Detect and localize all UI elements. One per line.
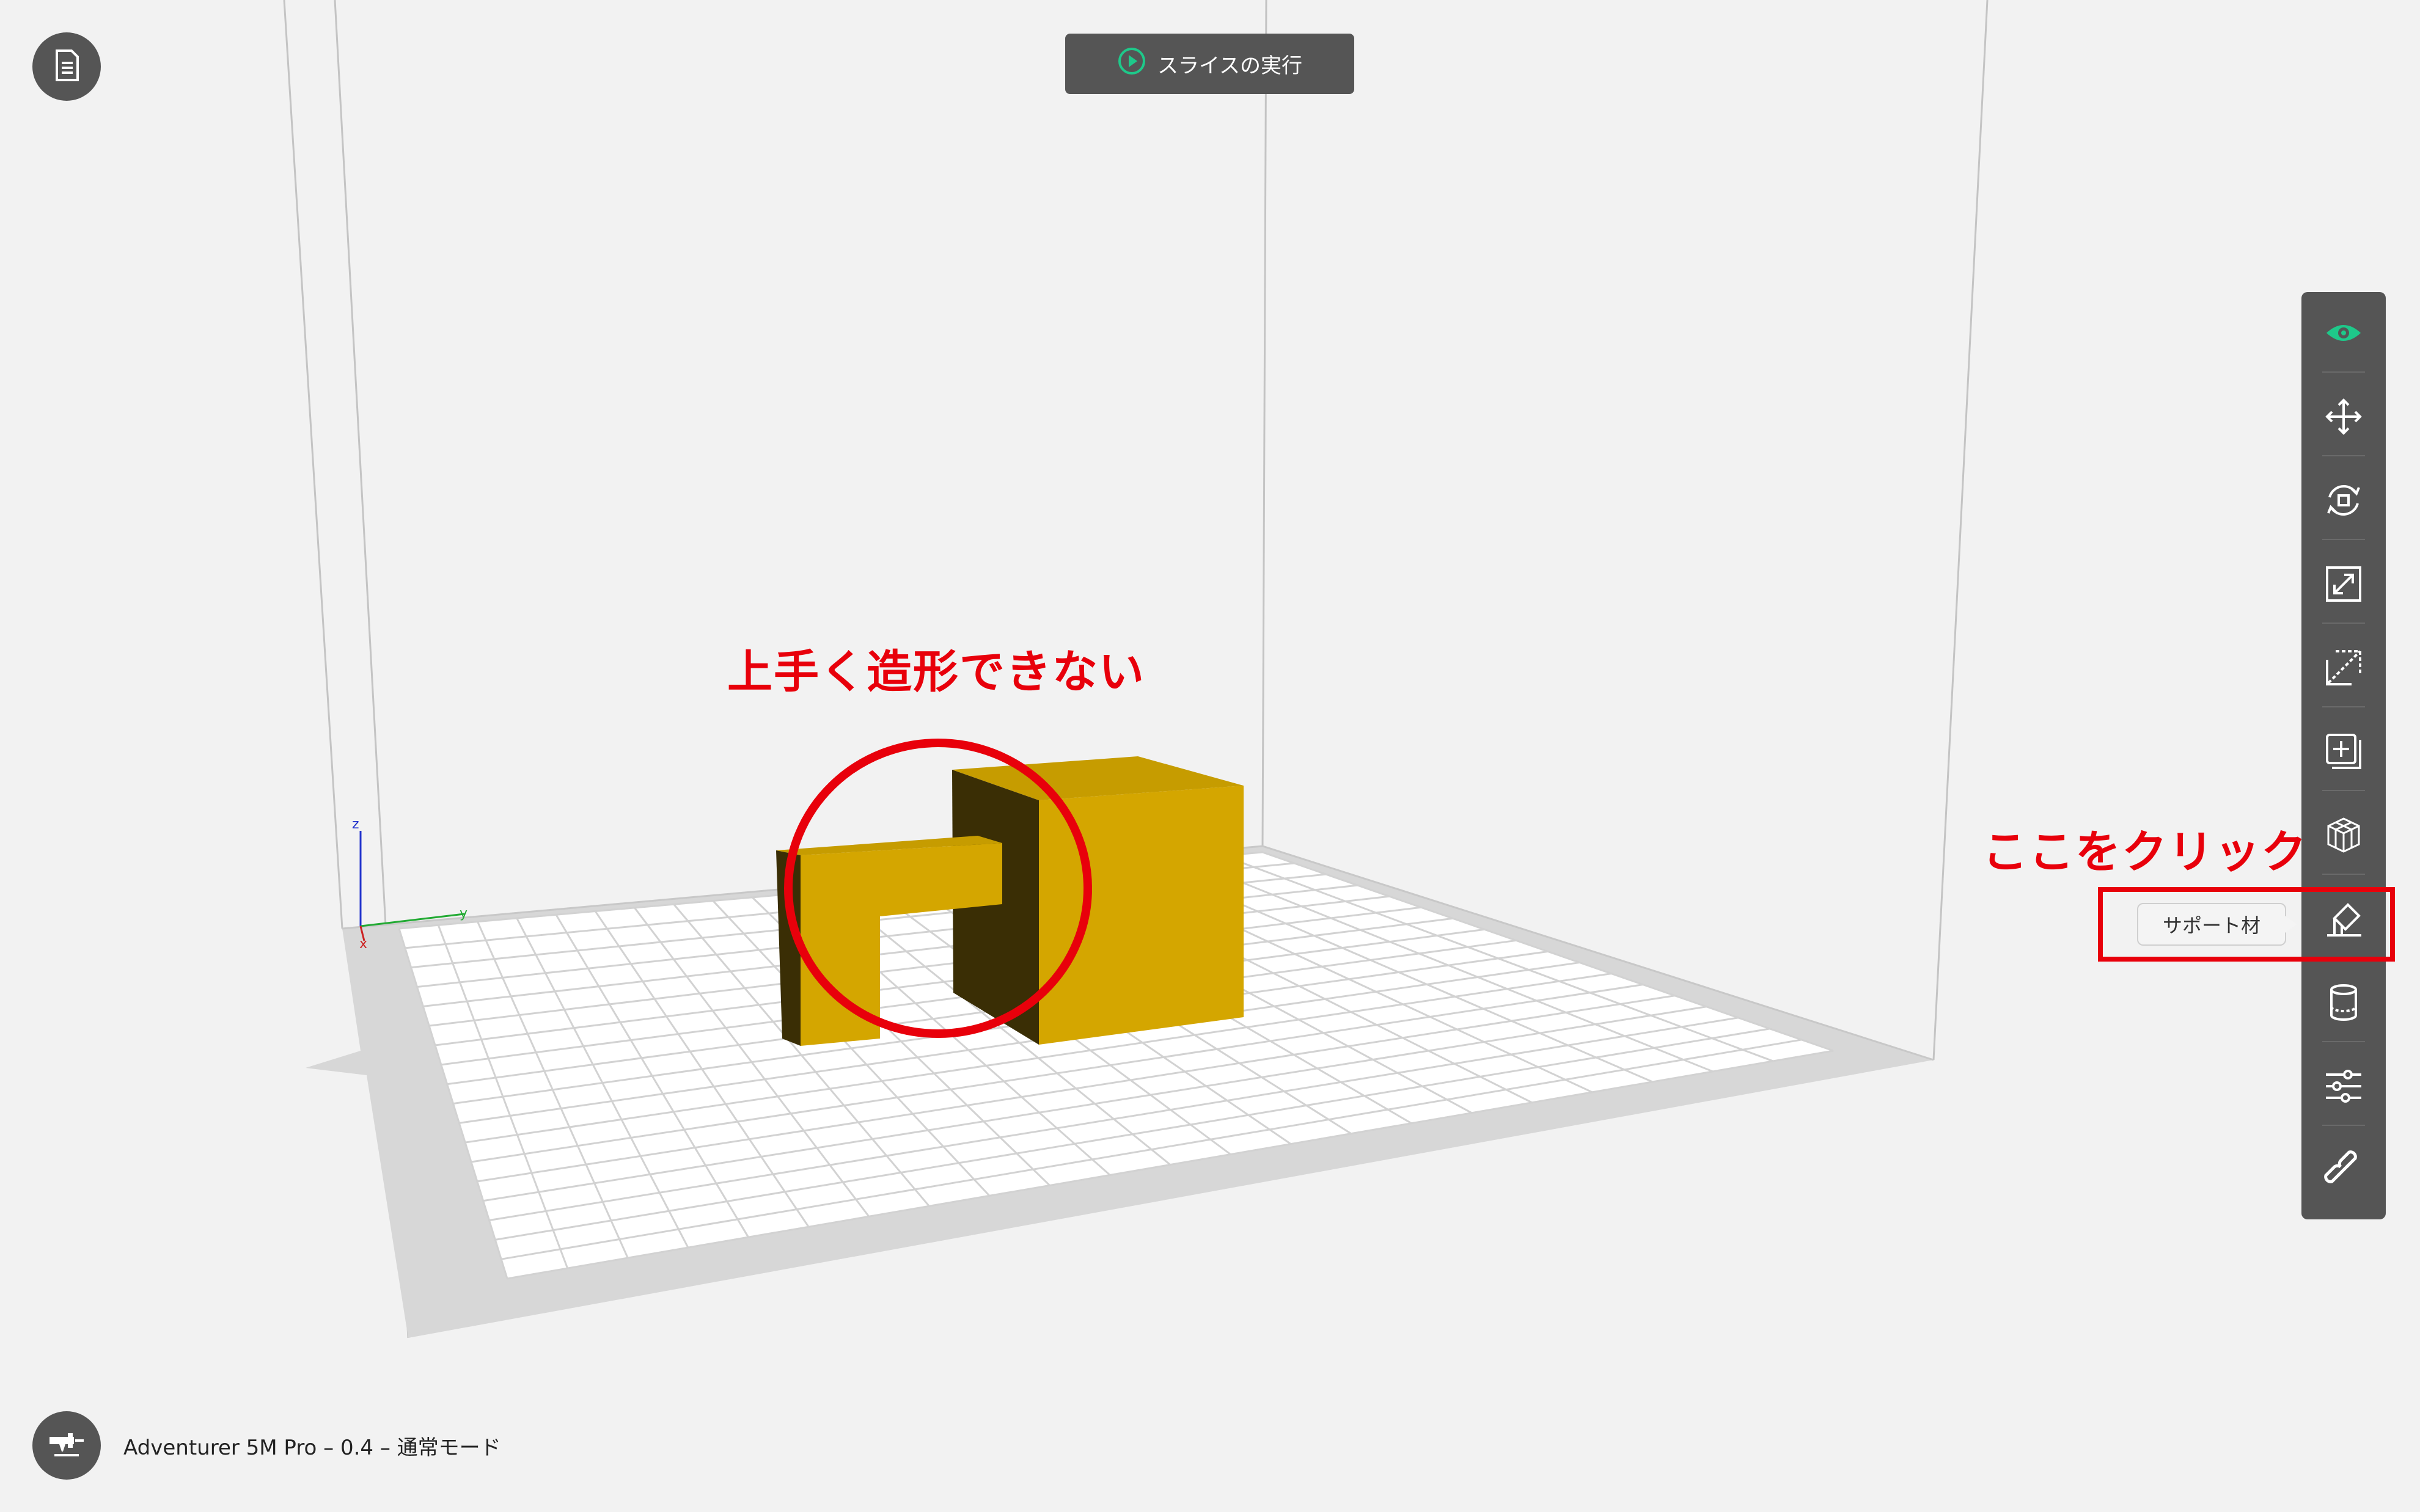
- link-icon: [2323, 1150, 2364, 1192]
- eye-icon: [2324, 321, 2363, 348]
- tool-rotate[interactable]: [2301, 468, 2386, 535]
- toolbar-separator: [2322, 790, 2365, 791]
- toolbar-separator: [2322, 706, 2365, 707]
- rotate-icon: [2323, 480, 2364, 523]
- annotation-problem-text: 上手く造形できない: [727, 646, 1145, 698]
- axis-y-label: y: [460, 906, 468, 921]
- toolbar-separator: [2322, 539, 2365, 540]
- toolbar-separator: [2322, 455, 2365, 456]
- slice-button-label: スライスの実行: [1157, 54, 1302, 78]
- slice-button[interactable]: スライスの実行: [1065, 34, 1354, 94]
- layout-icon: [2323, 815, 2364, 858]
- printer-info: Adventurer 5M Pro – 0.4 – 通常モード: [123, 1436, 501, 1460]
- cylinder-icon: [2323, 982, 2364, 1025]
- tool-duplicate[interactable]: [2301, 719, 2386, 786]
- move-icon: [2323, 396, 2364, 439]
- tool-settings[interactable]: [2301, 1054, 2386, 1121]
- highlight-box-annotation: [2098, 887, 2395, 962]
- tool-sidebar: [2301, 292, 2386, 1219]
- file-button[interactable]: [32, 32, 101, 101]
- axis-z-label: z: [352, 817, 359, 832]
- tool-move[interactable]: [2301, 384, 2386, 451]
- toolbar-separator: [2322, 1125, 2365, 1126]
- tool-layout[interactable]: [2301, 803, 2386, 870]
- tool-cut[interactable]: [2301, 635, 2386, 703]
- play-circle-icon: [1117, 46, 1146, 81]
- toolbar-separator: [2322, 371, 2365, 373]
- scale-icon: [2323, 564, 2364, 607]
- toolbar-separator: [2322, 623, 2365, 624]
- annotation-click-text: ここをクリック: [1982, 826, 2308, 878]
- printer-button[interactable]: [32, 1411, 101, 1480]
- tool-cylinder[interactable]: [2301, 970, 2386, 1037]
- document-icon: [50, 47, 84, 86]
- duplicate-icon: [2323, 731, 2364, 774]
- cut-icon: [2323, 648, 2364, 690]
- 3d-viewport[interactable]: z y x: [0, 0, 2420, 1512]
- sliders-icon: [2323, 1066, 2364, 1109]
- tool-link[interactable]: [2301, 1138, 2386, 1205]
- nozzle-icon: [47, 1427, 86, 1464]
- axis-x-label: x: [359, 937, 367, 952]
- tool-view[interactable]: [2301, 301, 2386, 368]
- tool-scale[interactable]: [2301, 552, 2386, 619]
- toolbar-separator: [2322, 1041, 2365, 1042]
- toolbar-separator: [2322, 874, 2365, 875]
